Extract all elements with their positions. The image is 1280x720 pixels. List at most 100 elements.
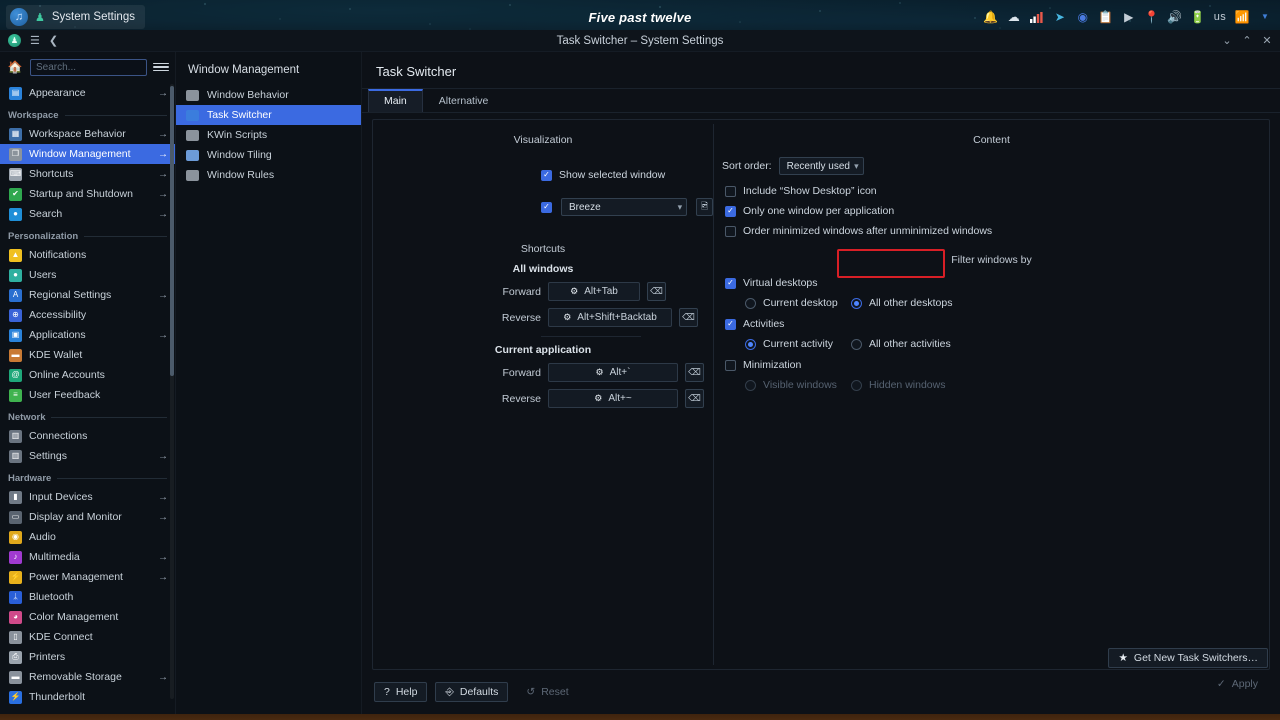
filter-group-checkbox[interactable] <box>725 360 736 371</box>
shortcut-key-button[interactable]: ⚙Alt+Shift+Backtab <box>548 308 672 327</box>
filter-option-all-other-activities[interactable]: All other activities <box>851 338 951 350</box>
fuzzy-clock[interactable]: Five past twelve <box>589 10 692 25</box>
sidebar-item-window-management[interactable]: ❐Window Management→ <box>0 144 175 164</box>
clear-shortcut-icon[interactable]: ⌫ <box>647 282 666 301</box>
sidebar-item-thunderbolt[interactable]: ⚡Thunderbolt <box>0 687 175 707</box>
sidebar-item-multimedia[interactable]: ♪Multimedia→ <box>0 547 175 567</box>
subcategory-item-window-behavior[interactable]: Window Behavior <box>176 85 361 105</box>
sidebar-item-power-management[interactable]: ⚡Power Management→ <box>0 567 175 587</box>
keyboard-layout-indicator[interactable]: us <box>1214 11 1226 23</box>
filter-group-checkbox[interactable]: ✓ <box>725 278 736 289</box>
clear-shortcut-icon[interactable]: ⌫ <box>685 389 704 408</box>
tray-expand-arrow-icon[interactable]: ▼ <box>1258 10 1272 24</box>
sidebar-item-settings[interactable]: ▥Settings→ <box>0 446 175 466</box>
location-icon[interactable]: 📍 <box>1145 10 1159 24</box>
wifi-icon[interactable]: 📶 <box>1235 10 1249 24</box>
subcategory-item-window-tiling[interactable]: Window Tiling <box>176 145 361 165</box>
sidebar-item-connections[interactable]: ▥Connections <box>0 426 175 446</box>
subcategory-item-window-rules[interactable]: Window Rules <box>176 165 361 185</box>
hamburger-menu-icon[interactable] <box>153 59 169 75</box>
shortcut-key-button[interactable]: ⚙Alt+~ <box>548 389 678 408</box>
filter-option-all-other-desktops[interactable]: All other desktops <box>851 297 952 309</box>
show-selected-window-row[interactable]: ✓ Show selected window <box>373 169 713 181</box>
maximize-button[interactable]: ⌃ <box>1238 32 1256 50</box>
filter-group-virtual-desktops[interactable]: ✓Virtual desktops <box>714 277 1269 289</box>
subcategory-item-kwin-scripts[interactable]: KWin Scripts <box>176 125 361 145</box>
tab-main[interactable]: Main <box>368 89 423 112</box>
sidebar-item-kde-connect[interactable]: ▯KDE Connect <box>0 627 175 647</box>
sidebar-item-display-and-monitor[interactable]: ▭Display and Monitor→ <box>0 507 175 527</box>
help-button[interactable]: ? Help <box>374 682 427 702</box>
filter-group-checkbox[interactable]: ✓ <box>725 319 736 330</box>
filter-group-activities[interactable]: ✓Activities <box>714 318 1269 330</box>
filter-option-radio[interactable] <box>851 339 862 350</box>
sidebar-item-search[interactable]: ●Search→ <box>0 204 175 224</box>
sidebar-item-input-devices[interactable]: ▮Input Devices→ <box>0 487 175 507</box>
clipboard-icon[interactable]: 📋 <box>1099 10 1113 24</box>
notifications-icon[interactable]: 🔔 <box>984 10 998 24</box>
sidebar-scrollbar-thumb[interactable] <box>170 86 174 376</box>
clear-shortcut-icon[interactable]: ⌫ <box>679 308 698 327</box>
sidebar-item-appearance[interactable]: ▤Appearance→ <box>0 83 175 103</box>
sort-order-combobox[interactable]: Recently used ▾ <box>779 157 864 175</box>
tab-alternative[interactable]: Alternative <box>423 89 505 112</box>
content-checkbox-row-2[interactable]: Order minimized windows after unminimize… <box>714 225 1269 237</box>
sidebar-item-startup-and-shutdown[interactable]: ✔Startup and Shutdown→ <box>0 184 175 204</box>
search-input[interactable]: Search... <box>30 59 147 76</box>
shortcut-key-button[interactable]: ⚙Alt+Tab <box>548 282 640 301</box>
filter-group-minimization[interactable]: Minimization <box>714 359 1269 371</box>
content-checkbox-row-1[interactable]: ✓Only one window per application <box>714 205 1269 217</box>
filter-option-radio[interactable] <box>745 298 756 309</box>
sidebar-item-printers[interactable]: ⎙Printers <box>0 647 175 667</box>
filter-option-current-desktop[interactable]: Current desktop <box>745 297 851 309</box>
sidebar-item-user-feedback[interactable]: ≡User Feedback <box>0 385 175 405</box>
content-checkbox[interactable]: ✓ <box>725 206 736 217</box>
battery-icon[interactable]: 🔋 <box>1191 10 1205 24</box>
content-checkbox-label: Order minimized windows after unminimize… <box>743 225 992 237</box>
preview-image-icon[interactable]: 🖻 <box>696 198 713 216</box>
get-new-task-switchers-button[interactable]: ★ Get New Task Switchers… <box>1108 648 1268 668</box>
sidebar-item-notifications[interactable]: ▲Notifications <box>0 245 175 265</box>
printers-icon: ⎙ <box>9 651 22 664</box>
content-checkbox[interactable] <box>725 226 736 237</box>
effect-enabled-checkbox[interactable]: ✓ <box>541 202 552 213</box>
filter-option-current-activity[interactable]: Current activity <box>745 338 851 350</box>
minimize-button[interactable]: ⌄ <box>1218 32 1236 50</box>
sidebar-item-users[interactable]: ●Users <box>0 265 175 285</box>
sidebar-item-bluetooth[interactable]: ᛦBluetooth <box>0 587 175 607</box>
filter-option-radio[interactable] <box>851 298 862 309</box>
show-selected-window-checkbox[interactable]: ✓ <box>541 170 552 181</box>
content-checkbox-row-0[interactable]: Include “Show Desktop” icon <box>714 185 1269 197</box>
volume-icon[interactable]: 🔊 <box>1168 10 1182 24</box>
sidebar-item-regional-settings[interactable]: ARegional Settings→ <box>0 285 175 305</box>
effect-combobox[interactable]: Breeze ▾ <box>561 198 687 216</box>
clear-shortcut-icon[interactable]: ⌫ <box>685 363 704 382</box>
filter-option-radio[interactable] <box>745 339 756 350</box>
chevron-down-icon: ▾ <box>678 202 683 213</box>
close-button[interactable]: ✕ <box>1258 32 1276 50</box>
sidebar-item-shortcuts[interactable]: ⌨Shortcuts→ <box>0 164 175 184</box>
sidebar-list[interactable]: ▤Appearance→Workspace▦Workspace Behavior… <box>0 82 175 714</box>
subcategory-item-task-switcher[interactable]: Task Switcher <box>176 105 361 125</box>
subcategory-list[interactable]: Window BehaviorTask SwitcherKWin Scripts… <box>176 85 361 185</box>
multimedia-icon: ♪ <box>9 551 22 564</box>
taskbar-entry-system-settings[interactable]: ♫ ♟ System Settings <box>6 5 145 29</box>
sidebar-item-removable-storage[interactable]: ▬Removable Storage→ <box>0 667 175 687</box>
sidebar-item-online-accounts[interactable]: @Online Accounts <box>0 365 175 385</box>
discord-icon[interactable]: ◉ <box>1076 10 1090 24</box>
content-checkbox[interactable] <box>725 186 736 197</box>
filter-option-label: Hidden windows <box>869 379 945 391</box>
media-player-icon[interactable]: ▶ <box>1122 10 1136 24</box>
defaults-button[interactable]: ⎆ Defaults <box>435 682 508 702</box>
shortcut-key-button[interactable]: ⚙Alt+` <box>548 363 678 382</box>
home-icon[interactable]: 🏠 <box>6 58 24 76</box>
sidebar-item-kde-wallet[interactable]: ▬KDE Wallet <box>0 345 175 365</box>
signal-bars-icon[interactable] <box>1030 10 1044 24</box>
sidebar-item-color-management[interactable]: ◕Color Management <box>0 607 175 627</box>
sidebar-item-applications[interactable]: ▣Applications→ <box>0 325 175 345</box>
telegram-icon[interactable]: ➤ <box>1053 10 1067 24</box>
cloud-sync-icon[interactable]: ☁ <box>1007 10 1021 24</box>
sidebar-item-workspace-behavior[interactable]: ▦Workspace Behavior→ <box>0 124 175 144</box>
sidebar-item-accessibility[interactable]: ⊕Accessibility <box>0 305 175 325</box>
sidebar-item-audio[interactable]: ◉Audio <box>0 527 175 547</box>
